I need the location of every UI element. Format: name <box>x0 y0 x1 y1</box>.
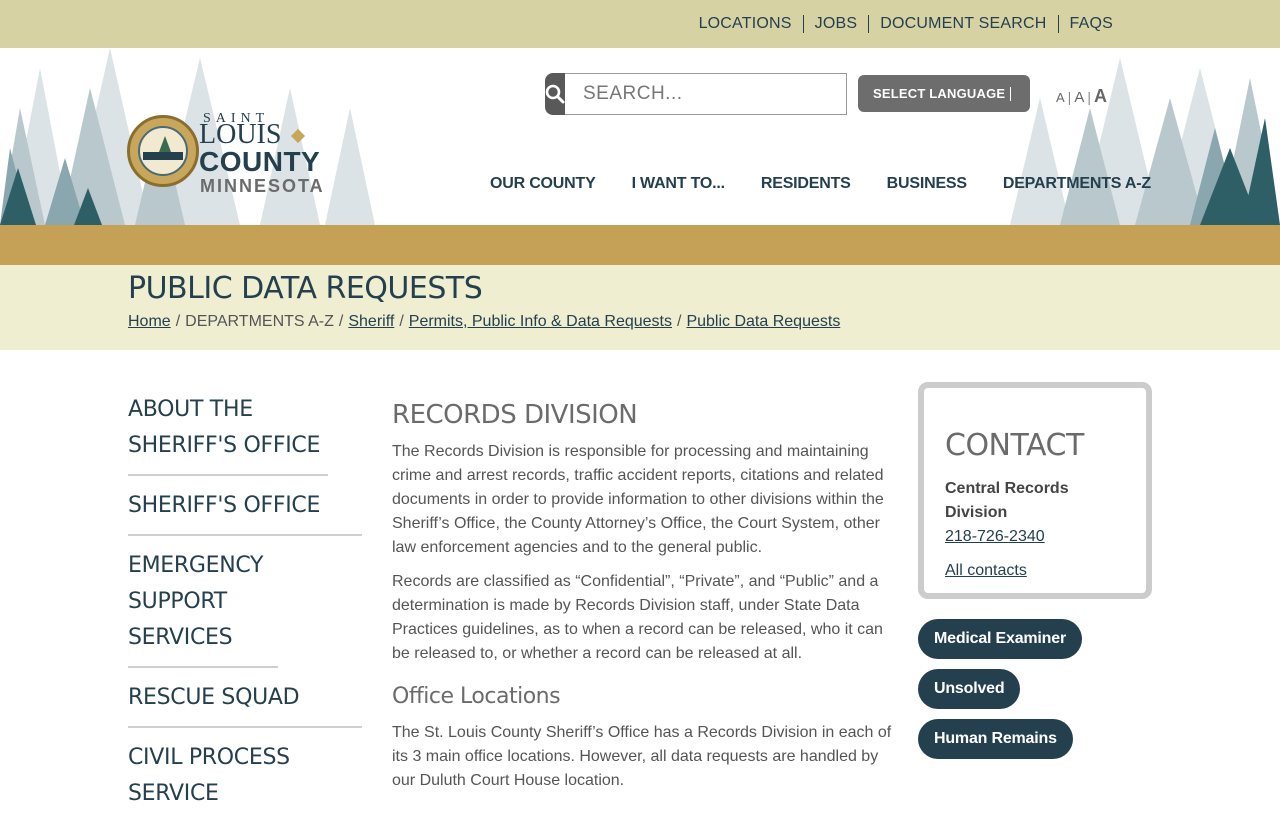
quick-links: Medical Examiner Unsolved Human Remains <box>918 619 1082 769</box>
sidebar-item-civil-process-service[interactable]: CIVIL PROCESS SERVICE <box>128 740 298 822</box>
search-input[interactable] <box>565 73 847 115</box>
county-seal <box>127 115 199 187</box>
utility-link-faqs[interactable]: FAQS <box>1057 15 1124 33</box>
text-size-large-button[interactable]: A <box>1094 86 1107 107</box>
breadcrumb-permits-link[interactable]: Permits, Public Info & Data Requests <box>409 313 672 331</box>
breadcrumb-separator: / <box>175 313 181 330</box>
sidebar-item-rescue-squad[interactable]: RESCUE SQUAD <box>128 680 362 728</box>
logo-louis-text: LOUIS <box>199 119 282 150</box>
search-button[interactable] <box>545 73 565 115</box>
all-contacts-link[interactable]: All contacts <box>945 559 1126 583</box>
utility-link-document-search[interactable]: DOCUMENT SEARCH <box>868 15 1057 33</box>
medical-examiner-button[interactable]: Medical Examiner <box>918 619 1082 659</box>
breadcrumb: Home / DEPARTMENTS A-Z / Sheriff / Permi… <box>128 313 840 331</box>
nav-our-county[interactable]: OUR COUNTY <box>472 175 614 193</box>
gold-divider-band <box>0 225 1280 265</box>
breadcrumb-home-link[interactable]: Home <box>128 313 171 331</box>
page-title: PUBLIC DATA REQUESTS <box>128 271 483 306</box>
main-content: RECORDS DIVISION The Records Division is… <box>392 400 892 803</box>
text-size-separator: | <box>1067 89 1072 105</box>
text-size-separator: | <box>1087 89 1091 105</box>
select-language-button[interactable]: SELECT LANGUAGE <box>858 75 1030 112</box>
text-size-medium-button[interactable]: A <box>1074 89 1084 106</box>
utility-bar: LOCATIONS JOBS DOCUMENT SEARCH FAQS <box>0 0 1280 48</box>
main-nav: OUR COUNTY I WANT TO... RESIDENTS BUSINE… <box>472 175 1169 193</box>
contact-box: CONTACT Central Records Division 218-726… <box>918 382 1152 599</box>
records-division-paragraph: The Records Division is responsible for … <box>392 443 884 556</box>
logo-state-text: MINNESOTA <box>200 176 325 196</box>
utility-link-locations[interactable]: LOCATIONS <box>688 15 803 33</box>
contact-phone-link[interactable]: 218-726-2340 <box>945 525 1126 549</box>
unsolved-button[interactable]: Unsolved <box>918 669 1021 709</box>
sidebar-item-sheriffs-office[interactable]: SHERIFF'S OFFICE <box>128 488 362 536</box>
breadcrumb-current-link[interactable]: Public Data Requests <box>686 313 840 331</box>
text-size-controls: A | A | A <box>1056 86 1110 107</box>
nav-residents[interactable]: RESIDENTS <box>743 175 869 193</box>
nav-i-want-to[interactable]: I WANT TO... <box>614 175 743 193</box>
human-remains-button[interactable]: Human Remains <box>918 719 1073 759</box>
select-language-label: SELECT LANGUAGE <box>873 86 1006 101</box>
sidebar-item-emergency-support-services[interactable]: EMERGENCY SUPPORT SERVICES <box>128 548 278 668</box>
contact-heading: CONTACT <box>945 428 1084 463</box>
language-separator <box>1010 86 1012 101</box>
search-icon <box>545 84 565 104</box>
utility-link-jobs[interactable]: JOBS <box>802 15 869 33</box>
nav-business[interactable]: BUSINESS <box>869 175 985 193</box>
breadcrumb-sheriff-link[interactable]: Sheriff <box>348 313 394 331</box>
logo-county-text: COUNTY <box>199 146 321 177</box>
records-division-heading: RECORDS DIVISION <box>392 400 638 430</box>
breadcrumb-separator: / <box>677 313 682 330</box>
records-classification-paragraph: Records are classified as “Confidential”… <box>392 573 883 662</box>
search-bar <box>545 73 847 115</box>
text-size-small-button[interactable]: A <box>1056 90 1065 105</box>
section-sidebar: ABOUT THE SHERIFF'S OFFICE SHERIFF'S OFF… <box>128 392 362 834</box>
nav-departments-a-z[interactable]: DEPARTMENTS A-Z <box>985 175 1169 193</box>
logo-diamond-icon <box>290 128 306 144</box>
sidebar-item-about-sheriffs-office[interactable]: ABOUT THE SHERIFF'S OFFICE <box>128 392 328 476</box>
utility-nav: LOCATIONS JOBS DOCUMENT SEARCH FAQS <box>688 0 1124 48</box>
breadcrumb-departments: DEPARTMENTS A-Z <box>185 313 334 330</box>
page-title-band: PUBLIC DATA REQUESTS Home / DEPARTMENTS … <box>0 265 1280 350</box>
county-logo[interactable]: SAINT LOUIS COUNTY MINNESOTA <box>127 111 337 203</box>
office-locations-heading: Office Locations <box>392 684 561 709</box>
site-header: SAINT LOUIS COUNTY MINNESOTA SELECT LANG… <box>0 48 1280 225</box>
office-locations-paragraph: The St. Louis County Sheriff’s Office ha… <box>392 724 892 789</box>
breadcrumb-separator: / <box>338 313 344 330</box>
contact-organization: Central Records Division <box>945 480 1069 521</box>
breadcrumb-separator: / <box>399 313 404 330</box>
